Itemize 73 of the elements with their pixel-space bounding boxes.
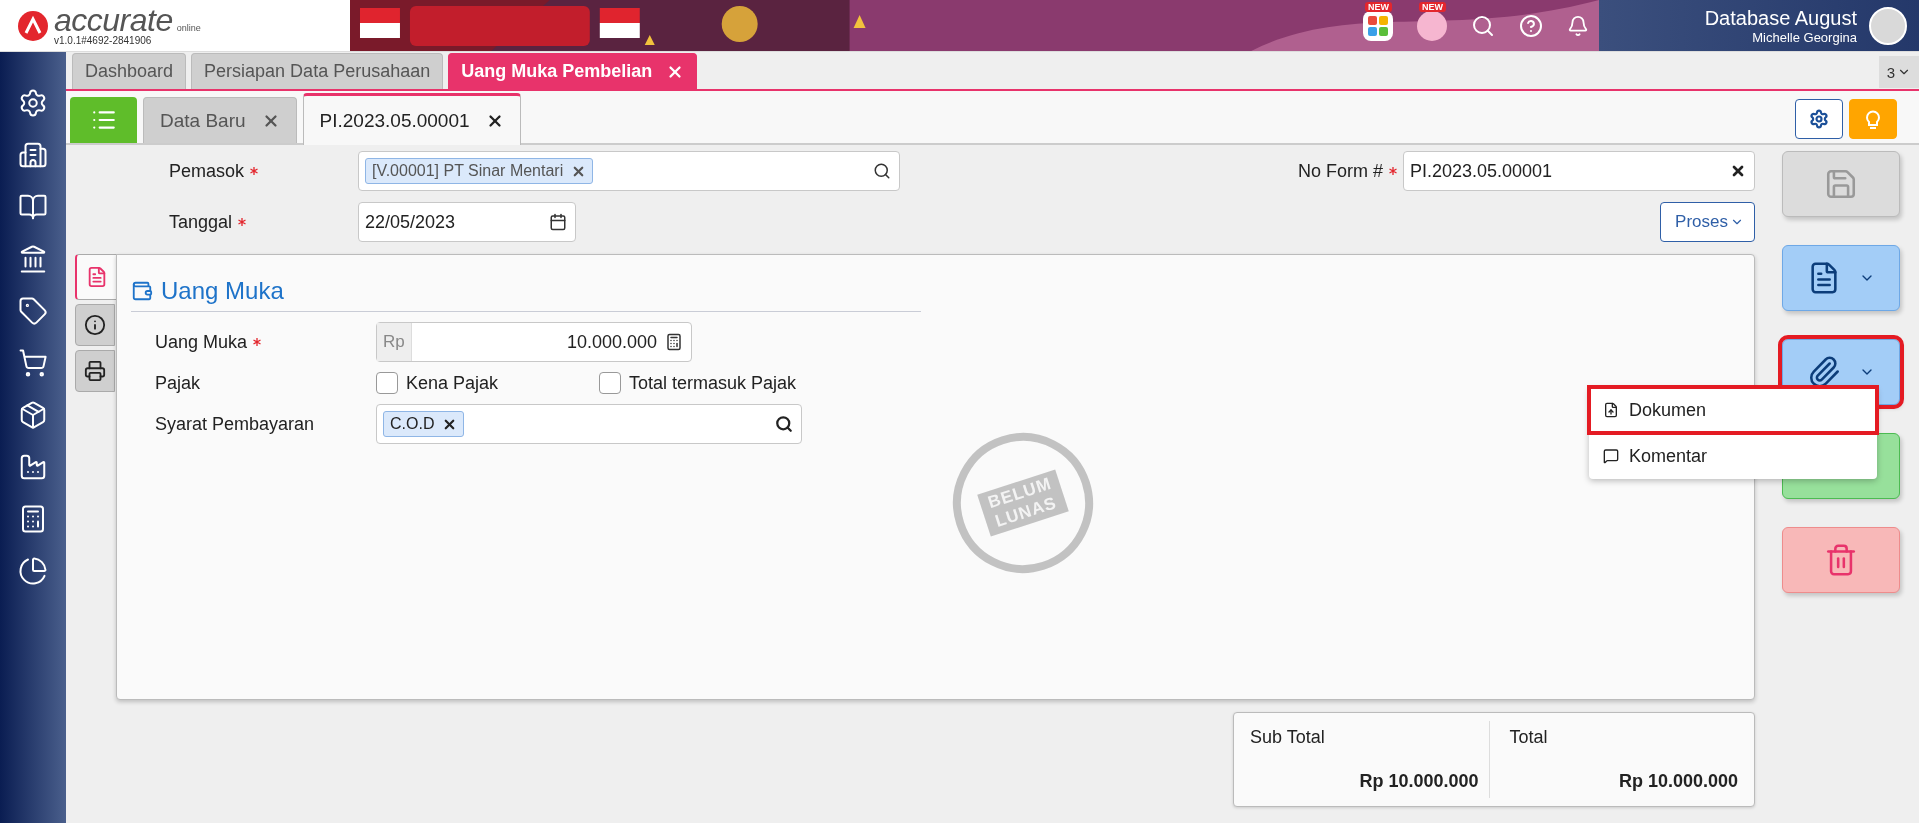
tab[interactable]: Data Baru xyxy=(143,97,297,143)
comment-icon xyxy=(1603,448,1619,464)
checkbox[interactable] xyxy=(376,372,398,394)
document-icon xyxy=(86,266,108,288)
user-name: Michelle Georgina xyxy=(1752,29,1857,45)
document-button[interactable] xyxy=(1782,245,1900,311)
help-icon[interactable] xyxy=(1519,13,1543,38)
checkbox-label: Kena Pajak xyxy=(406,372,499,394)
settings-icon[interactable] xyxy=(18,88,48,118)
logo-subtitle: online xyxy=(176,23,201,33)
supplier-tag[interactable]: [V.00001] PT Sinar Mentari xyxy=(365,158,594,184)
factory-icon[interactable] xyxy=(18,452,48,482)
amount-field[interactable]: Rp 10.000.000 xyxy=(376,322,692,362)
field-label: Pemasok xyxy=(169,160,358,182)
field-label: Tanggal xyxy=(169,211,358,233)
tag-icon[interactable] xyxy=(18,296,48,326)
package-icon[interactable] xyxy=(18,400,48,430)
info-icon xyxy=(84,314,106,336)
field-label: Uang Muka xyxy=(155,331,376,353)
field-label: Syarat Pembayaran xyxy=(155,413,316,435)
cart-icon[interactable] xyxy=(18,348,48,378)
tab[interactable]: PI.2023.05.00001 xyxy=(302,93,521,145)
tab[interactable]: Uang Muka Pembelian xyxy=(448,53,698,89)
pie-chart-icon[interactable] xyxy=(18,556,48,586)
field-label: Pajak xyxy=(155,372,202,394)
side-tab[interactable] xyxy=(75,350,115,392)
search-icon[interactable] xyxy=(775,415,793,433)
bank-icon[interactable] xyxy=(18,244,48,274)
currency-prefix: Rp xyxy=(377,323,412,361)
calculator-icon[interactable] xyxy=(665,333,683,351)
upload-file-icon xyxy=(1603,402,1619,418)
tab[interactable]: Persiapan Data Perusahaan xyxy=(191,53,444,89)
logo-text: accurate xyxy=(54,5,173,35)
supplier-field[interactable]: [V.00001] PT Sinar Mentari xyxy=(358,151,900,191)
printer-icon xyxy=(84,360,106,382)
calendar-icon[interactable] xyxy=(549,213,567,231)
menu-item[interactable]: Komentar xyxy=(1589,433,1877,479)
version-text: v1.0.1#4692-2841906 xyxy=(54,35,153,46)
payment-terms-field[interactable]: C.O.D xyxy=(376,404,802,444)
settings-button[interactable] xyxy=(1795,99,1843,139)
total-value: Rp 10.000.000 xyxy=(1359,771,1479,792)
total-label: Sub Total xyxy=(1250,727,1326,748)
avatar[interactable] xyxy=(1869,6,1907,45)
book-icon[interactable] xyxy=(18,192,48,222)
apps-icon[interactable] xyxy=(1363,10,1393,41)
search-icon[interactable] xyxy=(1471,13,1495,38)
side-tab[interactable] xyxy=(75,304,115,346)
terms-tag[interactable]: C.O.D xyxy=(383,411,465,437)
save-icon xyxy=(1824,167,1858,201)
tab[interactable]: Dashboard xyxy=(72,53,187,89)
search-icon[interactable] xyxy=(873,162,891,180)
clear-icon[interactable] xyxy=(1730,163,1746,179)
new-badge: NEW xyxy=(1365,1,1392,12)
form-number-field[interactable]: PI.2023.05.00001 xyxy=(1403,151,1755,191)
database-name: Database August xyxy=(1704,6,1857,30)
checkbox[interactable] xyxy=(599,372,621,394)
process-button[interactable]: Proses xyxy=(1660,202,1755,242)
tab-count[interactable]: 3 xyxy=(1879,56,1919,88)
building-icon[interactable] xyxy=(18,140,48,170)
lightbulb-icon xyxy=(1863,108,1883,130)
bell-icon[interactable] xyxy=(1567,14,1589,37)
settings-icon xyxy=(1809,109,1829,129)
field-label: No Form # xyxy=(1297,160,1397,182)
section-title: Uang Muka xyxy=(161,277,284,305)
logo-icon xyxy=(18,10,48,41)
wallet-icon xyxy=(131,280,153,302)
new-badge: NEW xyxy=(1419,1,1446,12)
checkbox-label: Total termasuk Pajak xyxy=(629,372,797,394)
date-field[interactable]: 22/05/2023 xyxy=(358,202,576,242)
menu-item[interactable]: Dokumen xyxy=(1589,387,1877,433)
total-label: Total xyxy=(1509,727,1549,748)
total-value: Rp 10.000.000 xyxy=(1618,771,1738,792)
trash-icon xyxy=(1824,543,1858,577)
